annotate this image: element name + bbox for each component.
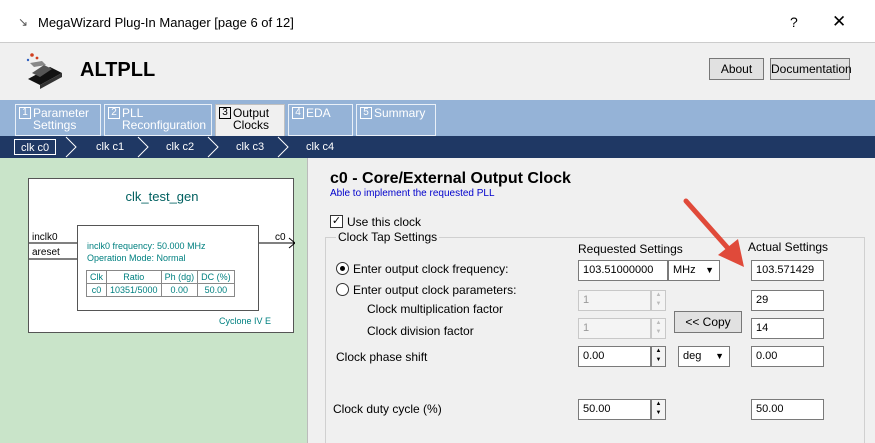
- multiplication-factor-label: Clock multiplication factor: [367, 302, 504, 316]
- output-frequency-label: Enter output clock frequency:: [353, 262, 509, 276]
- header: ALTPLL About Documentation: [0, 42, 875, 100]
- annotation-arrow-icon: [683, 198, 744, 267]
- phase-shift-input[interactable]: 0.00: [578, 346, 651, 367]
- actual-division-field: 14: [751, 318, 824, 339]
- copy-button[interactable]: << Copy: [674, 311, 742, 333]
- clock-tab-c4[interactable]: clk c4: [306, 139, 334, 155]
- tab-summary[interactable]: 5 Summary: [356, 104, 436, 136]
- clock-tab-c0[interactable]: clk c0: [14, 139, 57, 155]
- section-title: c0 - Core/External Output Clock: [330, 170, 571, 187]
- chevron-right-icon: [137, 136, 149, 158]
- multiplication-spinner-icon[interactable]: ▲ ▼: [651, 290, 666, 311]
- chevron-right-icon: [277, 136, 289, 158]
- chevron-right-icon: [207, 136, 219, 158]
- chevron-right-icon: [65, 136, 77, 158]
- window-title: MegaWizard Plug-In Manager [page 6 of 12…: [38, 15, 294, 30]
- phase-shift-label: Clock phase shift: [336, 350, 428, 364]
- tab-output-clocks[interactable]: 3 Output Clocks: [215, 104, 285, 136]
- requested-settings-header: Requested Settings: [578, 242, 683, 256]
- tab-pll-reconfiguration[interactable]: 2 PLL Reconfiguration: [104, 104, 212, 136]
- table-header-row: Clk Ratio Ph (dg) DC (%): [86, 270, 235, 284]
- pin-icon: ↘: [18, 15, 29, 29]
- output-parameters-radio[interactable]: [336, 283, 349, 296]
- multiplication-factor-input[interactable]: 1: [578, 290, 651, 311]
- tab-parameter-settings[interactable]: 1 Parameter Settings: [15, 104, 101, 136]
- pll-inner-box: inclk0 frequency: 50.000 MHz Operation M…: [77, 225, 259, 311]
- table-row: c0 10351/5000 0.00 50.00: [86, 283, 235, 297]
- altera-logo-icon: [26, 53, 62, 89]
- tab-bar: 1 Parameter Settings 2 PLL Reconfiguration 3…: [0, 100, 875, 136]
- phase-unit-select[interactable]: deg ▼: [678, 346, 730, 367]
- phase-spinner-icon[interactable]: ▲ ▼: [651, 346, 666, 367]
- actual-phase-field: 0.00: [751, 346, 824, 367]
- device-family-label: Cyclone IV E: [218, 316, 271, 326]
- about-button[interactable]: About: [709, 58, 764, 80]
- operation-mode-info: Operation Mode: Normal: [87, 253, 186, 263]
- use-clock-label: Use this clock: [347, 215, 422, 229]
- close-button[interactable]: ✕: [832, 12, 846, 32]
- pll-block-symbol: clk_test_gen inclk0 areset c0 inclk0 fre…: [28, 178, 295, 333]
- page-title: ALTPLL: [80, 59, 156, 81]
- dropdown-arrow-icon: ▼: [715, 351, 724, 361]
- division-factor-input[interactable]: 1: [578, 318, 651, 339]
- division-spinner-icon[interactable]: ▲ ▼: [651, 318, 666, 339]
- section-status: Able to implement the requested PLL: [330, 188, 495, 199]
- clock-tap-settings-label: Clock Tap Settings: [336, 230, 440, 244]
- actual-frequency-field: 103.571429: [751, 260, 824, 281]
- clock-summary-table: Clk Ratio Ph (dg) DC (%) c0 10351/5000 0…: [86, 270, 235, 297]
- output-frequency-radio[interactable]: [336, 262, 349, 275]
- division-factor-label: Clock division factor: [367, 324, 474, 338]
- documentation-button[interactable]: Documentation: [770, 58, 852, 80]
- help-button[interactable]: ?: [790, 14, 798, 30]
- output-parameters-label: Enter output clock parameters:: [353, 283, 517, 297]
- actual-multiplication-field: 29: [751, 290, 824, 311]
- clock-tab-c2[interactable]: clk c2: [166, 139, 194, 155]
- title-bar: ↘ MegaWizard Plug-In Manager [page 6 of …: [0, 0, 875, 42]
- clock-selector-bar: clk c0 clk c1 clk c2 clk c3 clk c4: [0, 136, 875, 158]
- duty-cycle-input[interactable]: 50.00: [578, 399, 651, 420]
- duty-spinner-icon[interactable]: ▲ ▼: [651, 399, 666, 420]
- clock-tab-c3[interactable]: clk c3: [236, 139, 264, 155]
- input-frequency-info: inclk0 frequency: 50.000 MHz: [87, 241, 206, 251]
- tab-eda[interactable]: 4 EDA: [288, 104, 353, 136]
- use-clock-checkbox[interactable]: ✓: [330, 215, 343, 228]
- actual-settings-header: Actual Settings: [746, 240, 831, 254]
- requested-frequency-input[interactable]: 103.51000000: [578, 260, 668, 281]
- actual-duty-cycle-field: 50.00: [751, 399, 824, 420]
- clock-tab-c1[interactable]: clk c1: [96, 139, 124, 155]
- duty-cycle-label: Clock duty cycle (%): [333, 402, 442, 416]
